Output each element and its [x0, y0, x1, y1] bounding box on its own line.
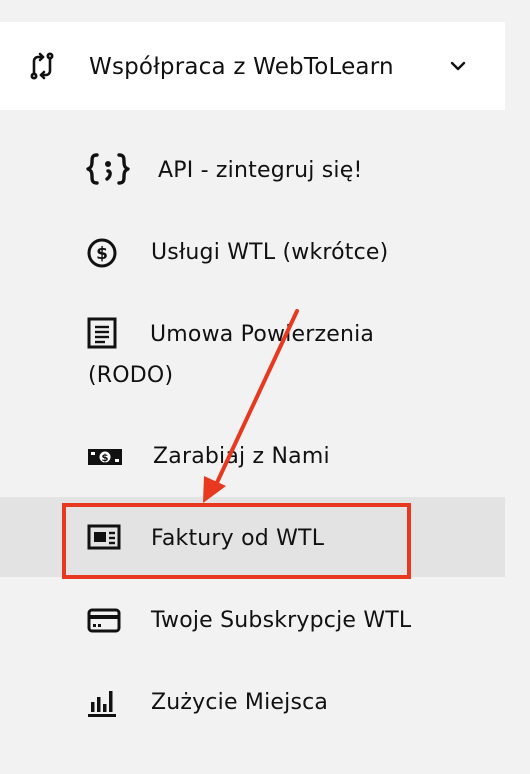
- menu-item-label: Twoje Subskrypcje WTL: [151, 608, 412, 633]
- menu-item-rodo-agreement[interactable]: Umowa Powierzenia (RODO): [0, 300, 505, 408]
- menu-item-invoices[interactable]: Faktury od WTL: [0, 497, 505, 577]
- swap-arrows-icon: [28, 52, 56, 80]
- menu-section-title: Współpraca z WebToLearn: [89, 54, 394, 80]
- top-spacer: [0, 0, 530, 22]
- menu-section-header[interactable]: Współpraca z WebToLearn: [0, 22, 505, 110]
- bar-chart-icon: [86, 686, 120, 720]
- menu-item-label: API - zintegruj się!: [158, 158, 363, 183]
- code-braces-icon: [86, 152, 130, 186]
- chevron-down-icon[interactable]: [448, 56, 468, 76]
- sidebar-menu: Współpraca z WebToLearn API - zintegruj …: [0, 0, 530, 774]
- menu-item-earn[interactable]: $ Zarabiaj z Nami: [0, 418, 505, 496]
- invoice-icon: [86, 521, 121, 555]
- menu-item-label: Usługi WTL (wkrótce): [151, 240, 389, 265]
- menu-item-label: Zużycie Miejsca: [151, 690, 329, 715]
- credit-card-icon: [86, 604, 121, 638]
- menu-item-subscriptions[interactable]: Twoje Subskrypcje WTL: [0, 580, 505, 660]
- menu-item-label: Zarabiaj z Nami: [153, 444, 330, 469]
- menu-item-label: Umowa Powierzenia (RODO): [88, 322, 375, 388]
- menu-item-api[interactable]: API - zintegruj się!: [0, 132, 505, 210]
- menu-item-services[interactable]: $ Usługi WTL (wkrótce): [0, 214, 505, 292]
- dollar-circle-icon: $: [86, 236, 120, 270]
- menu-item-storage-usage[interactable]: Zużycie Miejsca: [0, 662, 505, 742]
- svg-text:$: $: [102, 453, 109, 464]
- svg-text:$: $: [96, 244, 108, 264]
- menu-item-label: Faktury od WTL: [151, 526, 325, 551]
- cash-icon: $: [86, 440, 122, 474]
